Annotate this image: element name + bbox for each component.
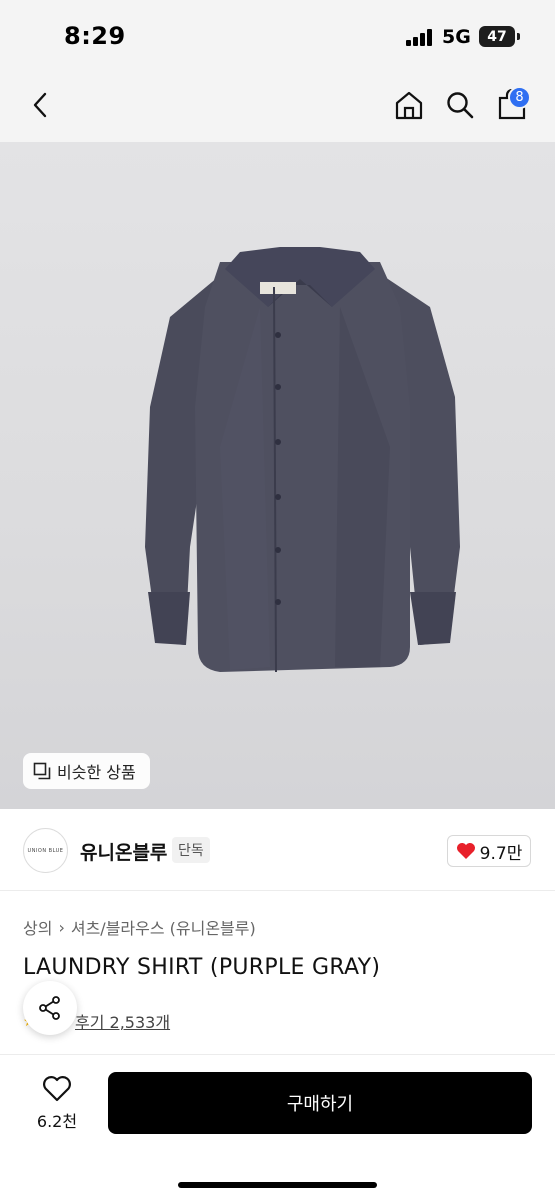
battery-level: 47 xyxy=(487,28,507,45)
battery-nub xyxy=(517,33,520,40)
search-icon xyxy=(447,92,474,119)
nav-bar xyxy=(0,70,555,142)
back-button[interactable] xyxy=(22,85,58,125)
breadcrumb: 상의 › 셔츠/블라우스 (유니온블루) xyxy=(23,915,256,939)
brand-row: UNION BLUE 유니온블루 단독 9.7만 xyxy=(0,809,555,891)
similar-products-button[interactable]: 비슷한 상품 xyxy=(23,753,150,789)
chevron-left-icon xyxy=(33,92,47,118)
breadcrumb-subcategory[interactable]: 셔츠/블라우스 (유니온블루) xyxy=(71,915,256,939)
share-button[interactable] xyxy=(23,981,77,1035)
home-button[interactable] xyxy=(391,85,427,125)
status-time: 8:29 xyxy=(64,22,126,50)
brand-logo-text: UNION BLUE xyxy=(27,847,64,854)
brand-logo[interactable]: UNION BLUE xyxy=(23,828,68,873)
search-button[interactable] xyxy=(442,85,478,125)
wishlist-button[interactable]: 6.2천 xyxy=(27,1075,87,1135)
home-icon xyxy=(395,91,423,120)
share-icon xyxy=(39,996,60,1020)
product-image[interactable]: 비슷한 상품 xyxy=(0,142,555,809)
brand-like-count: 9.7만 xyxy=(479,843,523,864)
heart-filled-icon xyxy=(456,843,475,859)
heart-outline-icon xyxy=(43,1076,71,1102)
similar-icon xyxy=(33,762,51,780)
buy-button[interactable]: 구매하기 xyxy=(108,1072,532,1134)
similar-products-label: 비슷한 상품 xyxy=(57,763,136,782)
wishlist-count: 6.2천 xyxy=(36,1112,78,1131)
breadcrumb-category[interactable]: 상의 xyxy=(23,915,52,939)
home-indicator xyxy=(178,1182,377,1188)
reviews-link[interactable]: 후기 2,533개 xyxy=(75,1009,170,1033)
battery-icon: 47 xyxy=(479,26,515,47)
shirt-image xyxy=(145,247,460,673)
exclusive-tag: 단독 xyxy=(172,837,210,863)
status-bar: 8:29 5G 47 xyxy=(0,0,555,70)
brand-name[interactable]: 유니온블루 xyxy=(80,838,167,865)
chevron-right-icon: › xyxy=(58,917,65,937)
bottom-action-bar: 6.2천 구매하기 xyxy=(0,1055,555,1200)
product-title: LAUNDRY SHIRT (PURPLE GRAY) xyxy=(23,955,381,980)
cart-count-badge: 8 xyxy=(508,86,531,109)
brand-like-button[interactable]: 9.7만 xyxy=(447,835,531,867)
signal-icon xyxy=(406,29,434,46)
network-label: 5G xyxy=(442,26,471,48)
